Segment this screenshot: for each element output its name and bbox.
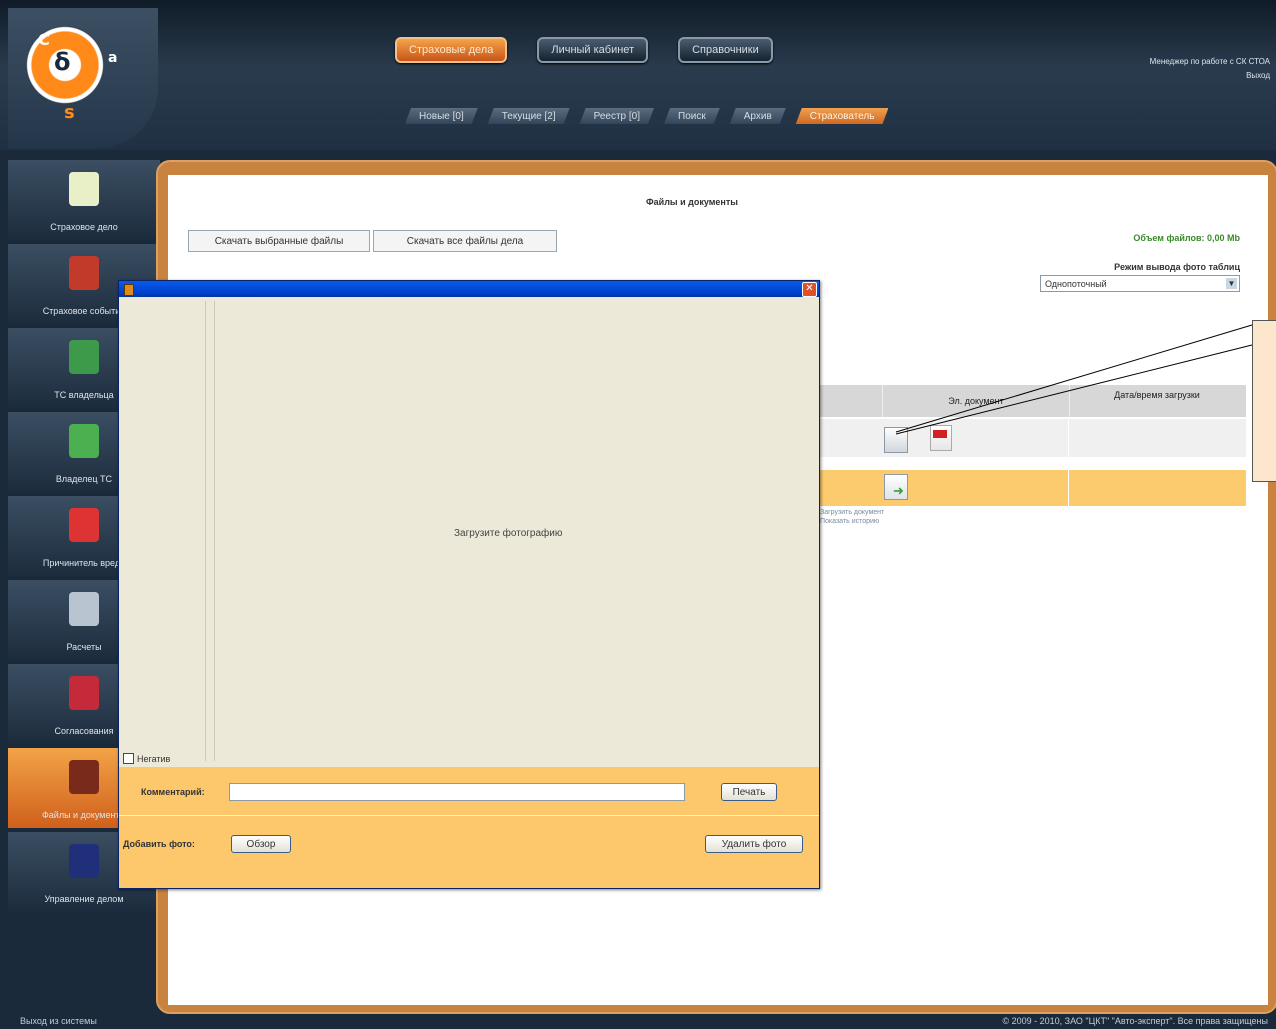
- callout-box: [1252, 320, 1276, 482]
- negative-checkbox[interactable]: [123, 753, 134, 764]
- logout-footer-link[interactable]: Выход из системы: [20, 1016, 97, 1026]
- photo-dialog: ✕ Загрузите фотографию Негатив Комментар…: [118, 280, 820, 889]
- photo-viewer[interactable]: Загрузите фотографию: [221, 301, 817, 761]
- delete-photo-button[interactable]: Удалить фото: [705, 835, 803, 853]
- comment-input[interactable]: [229, 783, 685, 801]
- negative-option[interactable]: Негатив: [123, 753, 170, 764]
- dialog-title-bar: ✕: [119, 281, 819, 297]
- dialog-controls: Комментарий: Печать Добавить фото: Обзор…: [119, 767, 819, 888]
- print-button[interactable]: Печать: [721, 783, 777, 801]
- add-photo-label: Добавить фото:: [123, 839, 195, 849]
- photo-placeholder: Загрузите фотографию: [454, 528, 563, 539]
- close-icon[interactable]: ✕: [802, 282, 817, 297]
- app-icon: [124, 284, 134, 296]
- thumbnail-scrollbar[interactable]: [205, 301, 215, 761]
- copyright: © 2009 - 2010, ЗАО "ЦКТ" "Авто-эксперт".…: [1002, 1016, 1268, 1026]
- negative-label: Негатив: [137, 753, 171, 764]
- browse-button[interactable]: Обзор: [231, 835, 291, 853]
- comment-label: Комментарий:: [141, 787, 205, 797]
